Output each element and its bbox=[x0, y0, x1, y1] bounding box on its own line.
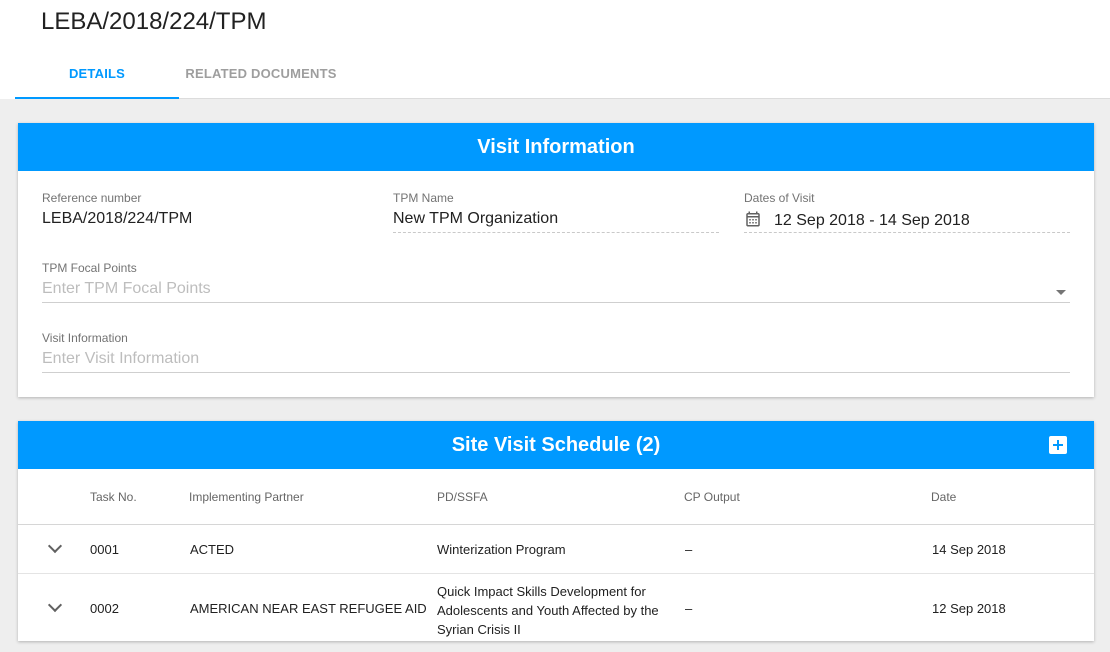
site-visit-schedule-header: Site Visit Schedule (2) bbox=[18, 421, 1094, 469]
table-row[interactable]: 0001 ACTED Winterization Program – 14 Se… bbox=[18, 525, 1094, 574]
table-row[interactable]: 0002 AMERICAN NEAR EAST REFUGEE AID Quic… bbox=[18, 574, 1094, 640]
column-task-no: Task No. bbox=[90, 490, 137, 504]
dates-of-visit-label: Dates of Visit bbox=[744, 191, 815, 205]
tab-bar: DETAILS RELATED DOCUMENTS bbox=[15, 54, 1110, 99]
reference-number-label: Reference number bbox=[42, 191, 142, 205]
tpm-name-value: New TPM Organization bbox=[393, 210, 559, 227]
tab-related-documents-label: RELATED DOCUMENTS bbox=[185, 66, 337, 81]
column-date: Date bbox=[931, 490, 957, 504]
page-title: LEBA/2018/224/TPM bbox=[41, 8, 267, 35]
reference-number-value: LEBA/2018/224/TPM bbox=[42, 210, 193, 227]
site-visit-schedule-card: Site Visit Schedule (2) Task No. Impleme… bbox=[18, 421, 1094, 641]
tpm-focal-points-label: TPM Focal Points bbox=[42, 261, 137, 275]
visit-information-field[interactable]: Visit Information Enter Visit Informatio… bbox=[42, 331, 1070, 373]
visit-date: 12 Sep 2018 bbox=[932, 601, 1006, 616]
tpm-name-label: TPM Name bbox=[393, 191, 454, 205]
pd-ssfa-line: Adolescents and Youth Affected by the bbox=[437, 603, 659, 618]
task-no: 0002 bbox=[90, 601, 119, 616]
pd-ssfa-line: Quick Impact Skills Development for bbox=[437, 584, 646, 599]
pd-ssfa: Winterization Program bbox=[437, 542, 566, 557]
dates-of-visit-field: Dates of Visit 12 Sep 2018 - 14 Sep 2018 bbox=[744, 191, 1070, 233]
tab-details-label: DETAILS bbox=[68, 66, 126, 81]
tpm-focal-points-placeholder: Enter TPM Focal Points bbox=[42, 280, 211, 297]
cp-output: – bbox=[685, 601, 693, 616]
site-visit-schedule-title: Site Visit Schedule (2) bbox=[451, 434, 661, 456]
tab-related-documents[interactable]: RELATED DOCUMENTS bbox=[179, 54, 343, 98]
tpm-name-field: TPM Name New TPM Organization bbox=[393, 191, 719, 233]
chevron-down-icon[interactable] bbox=[47, 597, 63, 613]
pd-ssfa: Quick Impact Skills Development for Adol… bbox=[437, 582, 677, 639]
schedule-table-header: Task No. Implementing Partner PD/SSFA CP… bbox=[18, 469, 1094, 525]
column-pd-ssfa: PD/SSFA bbox=[437, 490, 488, 504]
implementing-partner: ACTED bbox=[190, 542, 235, 557]
tpm-focal-points-field[interactable]: TPM Focal Points Enter TPM Focal Points bbox=[42, 261, 1070, 303]
tab-details[interactable]: DETAILS bbox=[15, 54, 179, 99]
chevron-down-icon[interactable] bbox=[47, 538, 63, 554]
add-box-icon[interactable] bbox=[1049, 436, 1067, 454]
visit-information-header: Visit Information bbox=[18, 123, 1094, 171]
implementing-partner: AMERICAN NEAR EAST REFUGEE AID bbox=[190, 601, 427, 616]
visit-information-card: Visit Information Reference number LEBA/… bbox=[18, 123, 1094, 397]
column-cp-output: CP Output bbox=[684, 490, 740, 504]
visit-information-label: Visit Information bbox=[42, 331, 128, 345]
pd-ssfa-line: Syrian Crisis II bbox=[437, 622, 521, 637]
dropdown-arrow-icon[interactable] bbox=[1056, 290, 1066, 295]
visit-date: 14 Sep 2018 bbox=[932, 542, 1006, 557]
calendar-icon[interactable] bbox=[744, 210, 762, 233]
column-implementing-partner: Implementing Partner bbox=[189, 490, 304, 504]
task-no: 0001 bbox=[90, 542, 119, 557]
reference-number-field: Reference number LEBA/2018/224/TPM bbox=[42, 191, 362, 228]
dates-of-visit-value: 12 Sep 2018 - 14 Sep 2018 bbox=[774, 212, 970, 229]
visit-information-placeholder: Enter Visit Information bbox=[42, 350, 200, 367]
cp-output: – bbox=[685, 542, 693, 557]
